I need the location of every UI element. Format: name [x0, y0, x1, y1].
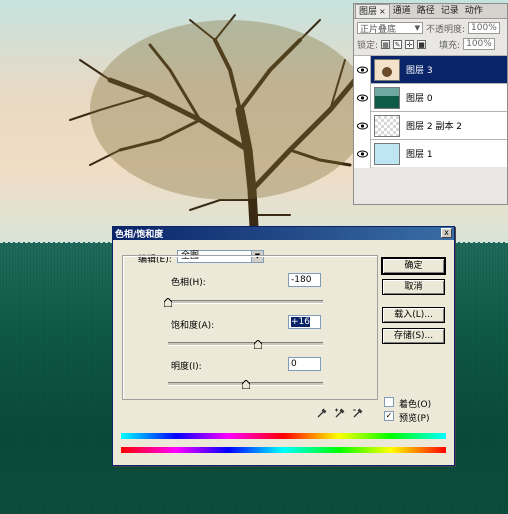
saturation-slider-track[interactable] — [168, 342, 323, 346]
layer-name: 图层 2 副本 2 — [406, 122, 463, 132]
hue-label: 色相(H): — [171, 278, 206, 288]
hue-spectrum-bar-bottom — [121, 447, 446, 453]
hue-input[interactable]: -180 — [288, 273, 321, 287]
lock-row: 锁定: ▦ ✎ ✛ ■ 填充: 100% — [354, 37, 507, 51]
layer-thumbnail — [374, 86, 400, 109]
fill-field[interactable]: 100% — [463, 38, 496, 50]
fill-label: 填充: — [439, 40, 461, 51]
layer-thumbnail — [374, 114, 400, 137]
cancel-button[interactable]: 取消 — [382, 279, 445, 295]
adjustment-group — [122, 255, 378, 400]
blend-row: 正片叠底 ▼ 不透明度: 100% — [354, 19, 507, 37]
layer-name: 图层 3 — [406, 66, 433, 76]
layer-name: 图层 0 — [406, 94, 433, 104]
eye-icon[interactable] — [354, 83, 371, 112]
hue-saturation-dialog: 色相/饱和度 x 编辑(E): 全图 ▼ 色相(H): -180 饱和度(A):… — [112, 226, 455, 466]
tab-channels[interactable]: 通道 — [390, 5, 414, 18]
colorize-checkbox[interactable] — [384, 397, 394, 407]
lock-all-icon[interactable]: ■ — [417, 39, 427, 49]
saturation-label: 饱和度(A): — [171, 321, 215, 331]
eyedropper-plus-icon[interactable] — [335, 408, 345, 418]
panel-tabs: 图层 × 通道 路径 记录 动作 — [354, 4, 507, 19]
load-button[interactable]: 载入(L)... — [382, 307, 445, 323]
saturation-input[interactable]: +16 — [288, 315, 321, 329]
eye-icon[interactable] — [354, 55, 371, 84]
tab-paths[interactable]: 路径 — [414, 5, 438, 18]
layer-row[interactable]: 图层 3 — [354, 55, 507, 84]
preview-label: 预览(P) — [399, 414, 430, 424]
tab-history[interactable]: 记录 — [438, 5, 462, 18]
close-tab-icon[interactable]: × — [379, 7, 386, 16]
eye-icon[interactable] — [354, 111, 371, 140]
eyedropper-icon[interactable] — [317, 408, 327, 418]
opacity-label: 不透明度: — [426, 24, 466, 35]
hue-slider-thumb[interactable] — [164, 298, 172, 307]
lightness-slider-thumb[interactable] — [241, 380, 250, 389]
blend-mode-value: 正片叠底 — [360, 24, 397, 35]
close-button[interactable]: x — [441, 228, 452, 238]
preview-checkbox[interactable]: ✓ — [384, 411, 394, 421]
saturation-value: +16 — [291, 317, 310, 327]
lock-position-icon[interactable]: ✛ — [405, 39, 415, 49]
tab-actions[interactable]: 动作 — [462, 5, 486, 18]
blend-mode-select[interactable]: 正片叠底 ▼ — [357, 22, 423, 35]
layer-row[interactable]: 图层 2 副本 2 — [354, 111, 507, 140]
ok-button[interactable]: 确定 — [381, 257, 446, 275]
layer-row[interactable]: 图层 1 — [354, 139, 507, 168]
layer-row[interactable]: 图层 0 — [354, 83, 507, 112]
lock-pixels-icon[interactable]: ✎ — [393, 39, 403, 49]
opacity-field[interactable]: 100% — [468, 22, 501, 34]
dialog-titlebar[interactable]: 色相/饱和度 x — [113, 227, 454, 240]
layer-name: 图层 1 — [406, 150, 433, 160]
tab-layers[interactable]: 图层 × — [355, 4, 390, 18]
layer-thumbnail — [374, 58, 400, 81]
layers-panel: 图层 × 通道 路径 记录 动作 正片叠底 ▼ 不透明度: 100% 锁定: ▦ … — [353, 3, 508, 205]
saturation-slider-thumb[interactable] — [253, 340, 262, 349]
hue-spectrum-bar-top — [121, 433, 446, 439]
dialog-title: 色相/饱和度 — [115, 230, 164, 240]
layer-thumbnail — [374, 142, 400, 165]
chevron-down-icon: ▼ — [414, 24, 420, 32]
lock-transparency-icon[interactable]: ▦ — [381, 39, 391, 49]
eye-icon[interactable] — [354, 139, 371, 168]
lightness-label: 明度(I): — [171, 362, 202, 372]
lightness-input[interactable]: 0 — [288, 357, 321, 371]
save-button[interactable]: 存储(S)... — [382, 328, 445, 344]
eyedropper-minus-icon[interactable] — [353, 408, 363, 418]
hue-slider-track[interactable] — [168, 300, 323, 304]
tab-label: 图层 — [359, 7, 378, 17]
lock-label: 锁定: — [357, 40, 379, 51]
colorize-label: 着色(O) — [399, 400, 432, 410]
